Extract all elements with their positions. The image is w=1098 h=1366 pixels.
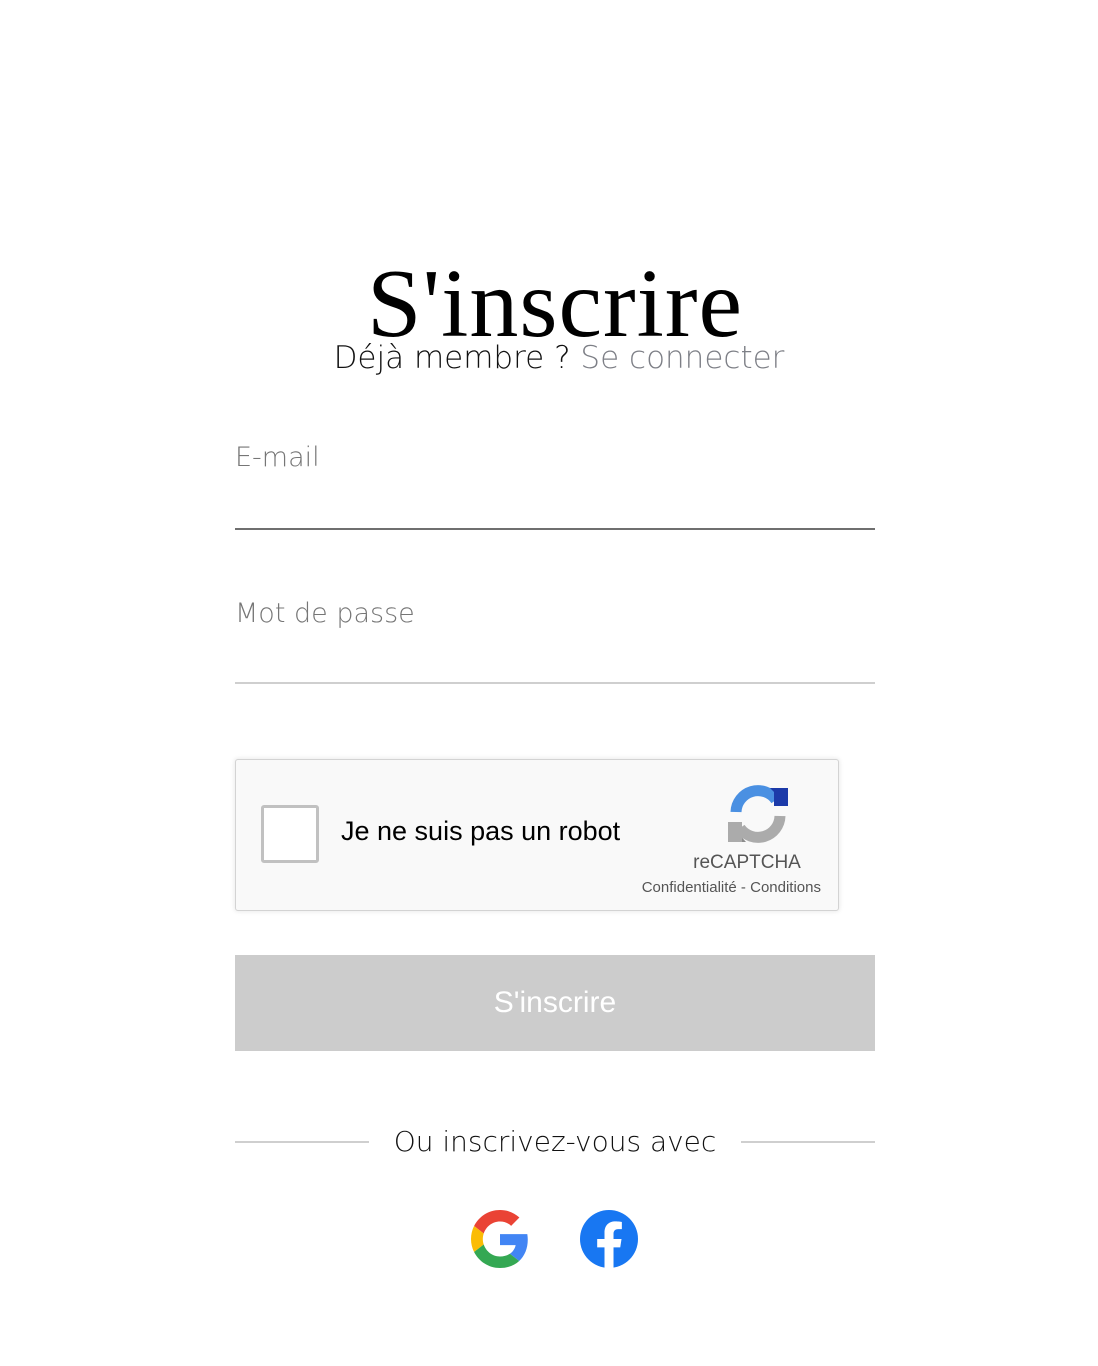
google-icon: [471, 1210, 528, 1268]
member-prompt: Déjà membre ? Se connecter: [0, 336, 1098, 380]
recaptcha-logo-icon: [726, 782, 790, 846]
facebook-icon: [580, 1210, 638, 1268]
recaptcha-separator: -: [736, 879, 751, 896]
signup-button[interactable]: S'inscrire: [235, 955, 875, 1051]
social-divider-text: Ou inscrivez-vous avec: [393, 1125, 717, 1158]
google-signup-button[interactable]: [471, 1210, 529, 1268]
social-divider: Ou inscrivez-vous avec: [235, 1120, 875, 1164]
recaptcha-privacy-link[interactable]: Confidentialité: [642, 879, 737, 896]
recaptcha-legal: Confidentialité - Conditions: [606, 879, 821, 896]
email-label: E-mail: [235, 442, 320, 473]
recaptcha-brand: reCAPTCHA: [693, 852, 801, 873]
recaptcha-label: Je ne suis pas un robot: [341, 816, 621, 846]
email-field[interactable]: E-mail: [235, 442, 875, 532]
recaptcha-terms-link[interactable]: Conditions: [750, 879, 821, 896]
recaptcha-checkbox[interactable]: [261, 805, 319, 863]
divider-rule-right: [741, 1141, 875, 1143]
divider-rule-left: [235, 1141, 369, 1143]
member-prompt-text: Déjà membre ?: [333, 340, 581, 376]
facebook-signup-button[interactable]: [580, 1210, 638, 1268]
password-underline: [235, 682, 875, 684]
login-link[interactable]: Se connecter: [580, 340, 784, 376]
password-field[interactable]: Mot de passe: [235, 598, 875, 688]
password-label: Mot de passe: [235, 598, 415, 629]
recaptcha-widget: Je ne suis pas un robot reCAPTCHA Confid…: [235, 759, 839, 911]
email-underline: [235, 528, 875, 530]
